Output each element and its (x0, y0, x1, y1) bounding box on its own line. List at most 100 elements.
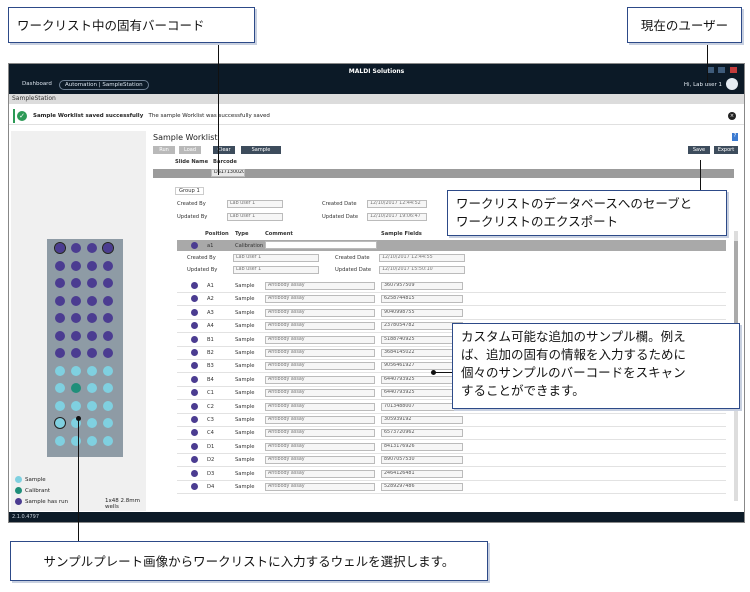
help-icon[interactable]: ? (732, 133, 738, 141)
row-sample-field[interactable]: 8907057530 (381, 456, 463, 465)
row-sample-field[interactable]: 2464126481 (381, 469, 463, 478)
row-comment-field[interactable]: Antibody assay (265, 429, 375, 438)
row-comment-field[interactable]: Antibody assay (265, 282, 375, 290)
row-comment-field[interactable]: Antibody assay (265, 469, 375, 478)
row-sample-field[interactable]: 3607957509 (381, 282, 463, 290)
plate-well[interactable] (87, 435, 97, 446)
row-sample-field[interactable]: 6440793925 (381, 389, 463, 398)
row-comment-field[interactable]: Antibody assay (265, 308, 375, 317)
close-notice-icon[interactable]: × (728, 112, 736, 120)
maximize-icon[interactable] (718, 67, 725, 73)
row-sample-field[interactable]: 5289297486 (381, 483, 463, 491)
plate-well[interactable] (87, 278, 97, 288)
plate-well[interactable] (55, 400, 65, 411)
plate-well[interactable] (54, 417, 66, 429)
plate-well[interactable] (55, 313, 65, 323)
row-sample-field[interactable]: 9040998755 (381, 308, 463, 317)
row-comment-field[interactable]: Antibody assay (265, 322, 375, 331)
plate-well[interactable] (87, 400, 97, 411)
plate-well[interactable] (55, 260, 65, 271)
row-comment-field[interactable]: Antibody assay (265, 456, 375, 465)
plate-well[interactable] (87, 365, 97, 376)
row-comment-field[interactable]: Antibody assay (265, 349, 375, 357)
row-comment-field[interactable]: Antibody assay (265, 402, 375, 411)
close-window-icon[interactable] (730, 67, 737, 73)
plate-well[interactable] (103, 400, 113, 411)
row-comment-field[interactable]: Antibody assay (265, 416, 375, 424)
plate-well[interactable] (71, 295, 81, 306)
plate-well[interactable] (103, 278, 113, 288)
plate-well[interactable] (71, 313, 81, 323)
plate-well[interactable] (87, 243, 97, 253)
plate-well[interactable] (71, 348, 81, 358)
row-comment-field[interactable]: Antibody assay (265, 295, 375, 304)
plate-well[interactable] (87, 330, 97, 341)
plate-well[interactable] (103, 365, 113, 376)
current-user[interactable]: Hi, Lab user 1 (684, 82, 722, 88)
plate-well[interactable] (87, 313, 97, 323)
save-button[interactable]: Save (688, 146, 710, 154)
row-sample-field[interactable]: 5188740925 (381, 335, 463, 344)
clear-button[interactable]: Clear (213, 146, 235, 154)
row-comment-field[interactable]: Antibody assay (265, 362, 375, 371)
row-comment-field[interactable]: Antibody assay (265, 335, 375, 344)
barcode-field[interactable]: DS171300206 (211, 169, 245, 177)
row-sample-field[interactable]: 6440793925 (381, 375, 463, 384)
plate-well[interactable] (87, 383, 97, 393)
row-comment-field[interactable]: Antibody assay (265, 483, 375, 491)
plate-well[interactable] (103, 435, 113, 446)
row-comment-field[interactable]: Antibody assay (265, 389, 375, 398)
plate-well[interactable] (55, 383, 65, 393)
plate-well[interactable] (87, 348, 97, 358)
minimize-icon[interactable] (707, 67, 714, 73)
row-sample-field[interactable]: 7013488007 (381, 402, 463, 411)
plate-well[interactable] (71, 383, 81, 393)
plate-well[interactable] (55, 330, 65, 341)
row-position: A4 (207, 323, 214, 330)
row-sample-field[interactable]: 305939192 (381, 416, 463, 424)
plate-well[interactable] (87, 418, 97, 428)
plate-well[interactable] (55, 435, 65, 446)
plate-well[interactable] (71, 278, 81, 288)
plate-well[interactable] (55, 278, 65, 288)
calibration-comment-field[interactable] (265, 241, 377, 249)
row-comment-field[interactable]: Antibody assay (265, 442, 375, 451)
plate-well[interactable] (71, 243, 81, 253)
plate-well[interactable] (87, 295, 97, 306)
row-sample-field[interactable]: 8413176926 (381, 442, 463, 451)
user-avatar-icon[interactable] (726, 78, 738, 90)
plate-well[interactable] (103, 260, 113, 271)
row-sample-field[interactable]: 9056461927 (381, 362, 463, 371)
row-sample-field[interactable]: 6573720962 (381, 429, 463, 438)
row-comment-field[interactable]: Antibody assay (265, 375, 375, 384)
plate-well[interactable] (103, 295, 113, 306)
row-sample-field[interactable]: 6258744815 (381, 295, 463, 304)
sample-group-button[interactable]: Sample Group (241, 146, 281, 161)
plate-well[interactable] (71, 365, 81, 376)
plate-well[interactable] (103, 418, 113, 428)
load-button[interactable]: Load (179, 146, 201, 154)
plate-well[interactable] (55, 365, 65, 376)
plate-well[interactable] (102, 242, 114, 254)
plate-well[interactable] (103, 313, 113, 323)
run-button[interactable]: Run (153, 146, 175, 154)
plate-well[interactable] (55, 348, 65, 358)
plate-well[interactable] (71, 435, 81, 446)
plate-well[interactable] (71, 330, 81, 341)
row-position: D1 (207, 443, 215, 450)
tab-group-1[interactable]: Group 1 (175, 187, 204, 195)
plate-well[interactable] (103, 348, 113, 358)
plate-well[interactable] (55, 295, 65, 306)
row-sample-field[interactable]: 2378054782 (381, 322, 463, 331)
plate-well[interactable] (54, 242, 66, 254)
plate-well[interactable] (71, 260, 81, 271)
plate-well[interactable] (103, 383, 113, 393)
sample-plate[interactable] (47, 239, 123, 457)
export-button[interactable]: Export (714, 146, 738, 154)
tab-automation[interactable]: Automation | SampleStation (59, 80, 149, 90)
tab-dashboard[interactable]: Dashboard (17, 80, 57, 90)
row-sample-field[interactable]: 3684145022 (381, 349, 463, 357)
plate-well[interactable] (87, 260, 97, 271)
plate-well[interactable] (103, 330, 113, 341)
plate-well[interactable] (71, 400, 81, 411)
